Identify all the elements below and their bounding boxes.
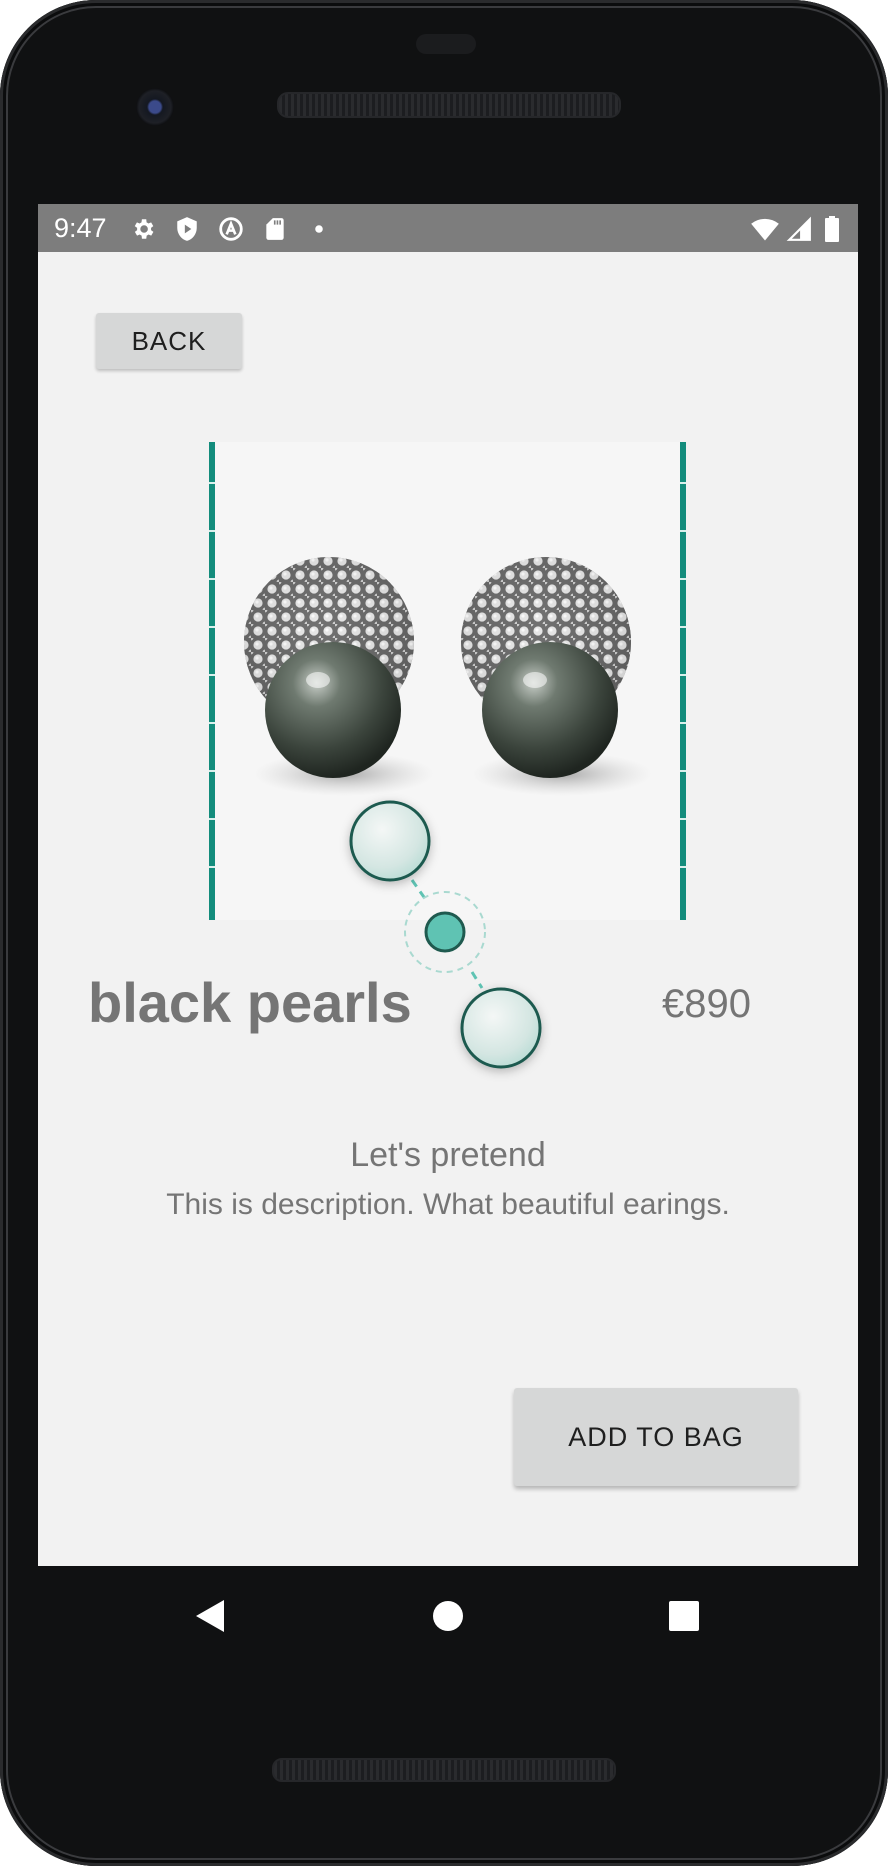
selection-end-handle[interactable]: [460, 987, 542, 1069]
home-circle-icon[interactable]: [418, 1586, 478, 1646]
back-triangle-icon[interactable]: [180, 1586, 240, 1646]
phone-frame: 9:47 BACK black pearls €890 Let's preten…: [0, 0, 888, 1866]
product-detail-page: BACK black pearls €890 Let's pretend Thi…: [38, 252, 858, 1566]
gear-icon: [134, 219, 154, 239]
product-image: [209, 442, 686, 920]
product-description: This is description. What beautiful eari…: [166, 1188, 730, 1221]
device-screen: 9:47 BACK black pearls €890 Let's preten…: [38, 204, 858, 1566]
product-price: €890: [662, 982, 751, 1026]
earpiece-speaker: [277, 92, 621, 118]
sd-card-icon: [266, 218, 284, 240]
pearl-earrings-image: [244, 557, 652, 796]
front-camera-icon: [136, 88, 174, 126]
product-subtitle: Let's pretend: [350, 1136, 546, 1174]
add-to-bag-button[interactable]: ADD TO BAG: [514, 1388, 798, 1486]
wifi-icon: [751, 218, 779, 241]
image-left-guide: [209, 442, 215, 920]
back-button[interactable]: BACK: [96, 313, 242, 369]
recents-square-icon[interactable]: [654, 1586, 714, 1646]
product-title: black pearls: [88, 971, 412, 1034]
circle-a-icon: [219, 217, 243, 241]
proximity-sensor: [416, 34, 476, 54]
shield-play-icon: [177, 217, 197, 241]
dot-icon: [315, 225, 323, 233]
image-right-guide: [680, 442, 686, 920]
battery-icon: [825, 216, 839, 242]
status-time: 9:47: [54, 213, 107, 243]
status-bar: 9:47: [38, 204, 858, 252]
navigation-bar: [0, 1566, 888, 1666]
bottom-speaker: [272, 1758, 616, 1782]
signal-icon: [786, 216, 811, 241]
